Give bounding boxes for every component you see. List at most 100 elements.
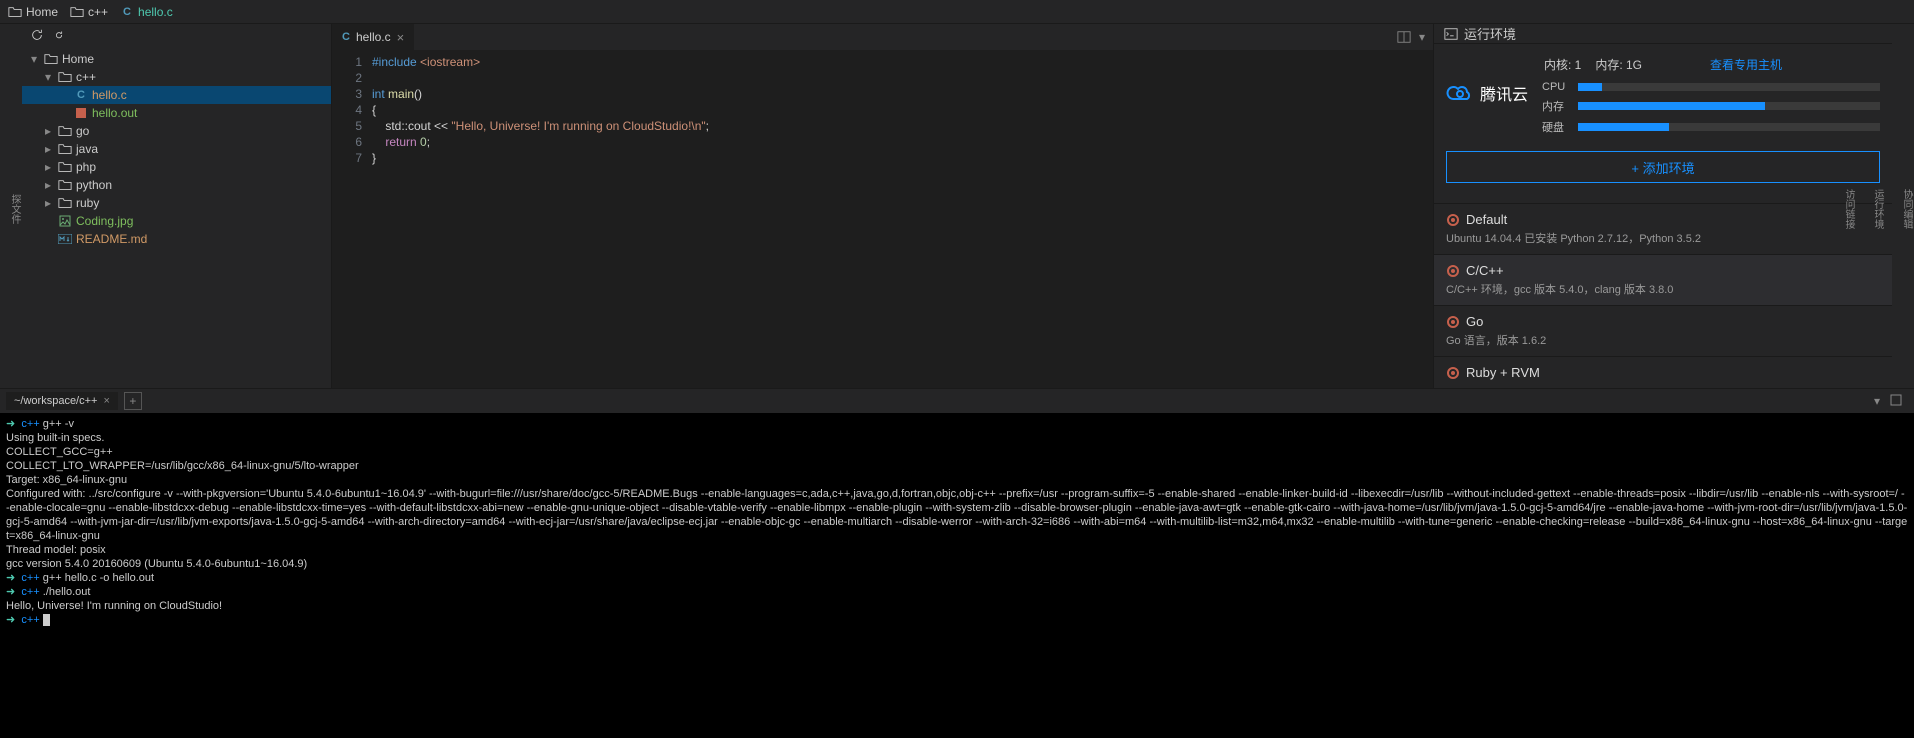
binary-file-icon [74,107,88,119]
env-name: C/C++ [1466,263,1504,278]
tree-label: Home [62,52,94,66]
folder-icon [58,124,72,138]
tree-label: hello.out [92,106,137,120]
editor-tab-bar: C hello.c × ▾ [332,24,1433,50]
env-desc: C/C++ 环境，gcc 版本 5.4.0，clang 版本 3.8.0 [1446,281,1880,297]
chevron-icon: ▸ [42,160,54,174]
folder-icon [70,5,84,19]
env-icon [1446,315,1460,329]
explorer-toolbar [22,24,331,46]
env-panel: 运行环境 内核: 1 内存: 1G 查看专用主机 腾讯云 CPU [1434,24,1892,388]
env-name: Default [1466,212,1507,227]
code-editor[interactable]: 1234567 #include <iostream> int main(){ … [332,50,1433,388]
folder-icon [58,160,72,174]
tree-label: java [76,142,98,156]
env-desc: Go 语言，版本 1.6.2 [1446,332,1880,348]
c-file-icon: C [120,5,134,19]
cloud-logo: 腾讯云 [1446,81,1528,105]
add-terminal-button[interactable]: + [124,392,142,410]
folder-icon [58,70,72,84]
split-icon[interactable] [1397,30,1411,44]
right-activity-bar: 协同编辑 运行环境 访问链接 [1892,24,1914,388]
tree-label: go [76,124,89,138]
close-icon[interactable]: × [103,395,109,407]
metric-cpu: CPU [1542,81,1880,93]
env-icon [1446,264,1460,278]
refresh-icon[interactable] [30,28,44,42]
terminal-tab-bar: ~/workspace/c++ × + ▾ [0,389,1914,413]
env-list: Default Ubuntu 14.04.4 已安装 Python 2.7.12，… [1434,203,1892,388]
tree-label: hello.c [92,88,127,102]
tree-item-python[interactable]: ▸ python [22,176,331,194]
view-host-link[interactable]: 查看专用主机 [1710,56,1782,73]
tree-label: python [76,178,112,192]
tree-label: Coding.jpg [76,214,133,228]
tree-item-hello-out[interactable]: hello.out [22,104,331,122]
env-item-ruby-rvm[interactable]: Ruby + RVM [1434,356,1892,388]
env-title: 运行环境 [1464,24,1516,43]
tree-root[interactable]: ▾ Home [22,50,331,68]
add-env-button[interactable]: + 添加环境 [1446,151,1880,183]
folder-icon [58,142,72,156]
chevron-icon: ▸ [42,196,54,210]
breadcrumb-label: Home [26,5,58,19]
breadcrumb-label: hello.c [138,5,173,19]
cloud-icon [1446,83,1474,103]
env-item-c-c-[interactable]: C/C++ C/C++ 环境，gcc 版本 5.4.0，clang 版本 3.8.… [1434,254,1892,305]
editor-tab-hello-c[interactable]: C hello.c × [332,24,415,50]
tab-label: hello.c [356,30,391,44]
chevron-icon: ▸ [42,178,54,192]
editor: C hello.c × ▾ 1234567 #include <iostream… [332,24,1434,388]
chevron-icon: ▾ [42,70,54,84]
cloud-name: 腾讯云 [1480,81,1528,105]
env-item-default[interactable]: Default Ubuntu 14.04.4 已安装 Python 2.7.12，… [1434,203,1892,254]
metric-disk: 硬盘 [1542,119,1880,135]
terminal-output[interactable]: ➜ c++ g++ -vUsing built-in specs.COLLECT… [0,413,1914,738]
env-header: 运行环境 [1434,24,1892,44]
tree-item-coding-jpg[interactable]: Coding.jpg [22,212,331,230]
maximize-icon[interactable] [1890,394,1902,408]
chevron-down-icon: ▾ [28,52,40,66]
env-icon [1446,213,1460,227]
tree-item-ruby[interactable]: ▸ ruby [22,194,331,212]
chevron-icon: ▸ [42,142,54,156]
metric-mem: 内存 [1542,98,1880,114]
env-mem: 内存: 1G [1595,56,1642,73]
collapse-icon[interactable] [52,28,66,42]
tree-item-hello-c[interactable]: Chello.c [22,86,331,104]
activity-bar: 探文件 工作文件 [0,24,22,388]
terminal-tab[interactable]: ~/workspace/c++ × [6,392,118,410]
collab-tab[interactable]: 协同编辑 [1899,189,1914,229]
breadcrumb-cpp[interactable]: c++ [70,5,108,19]
folder-icon [8,5,22,19]
env-cores: 内核: 1 [1544,56,1581,73]
links-tab[interactable]: 访问链接 [1841,189,1856,229]
tree-label: php [76,160,96,174]
folder-icon [44,52,58,66]
tree-item-java[interactable]: ▸ java [22,140,331,158]
close-icon[interactable]: × [397,30,405,45]
env-icon [1446,366,1460,380]
tree-item-c-[interactable]: ▾c++ [22,68,331,86]
breadcrumb-file[interactable]: C hello.c [120,5,173,19]
breadcrumb-home[interactable]: Home [8,5,58,19]
tree-label: README.md [76,232,147,246]
chevron-down-icon[interactable]: ▾ [1874,394,1880,408]
folder-icon [58,196,72,210]
tree-item-readme-md[interactable]: README.md [22,230,331,248]
tree-item-go[interactable]: ▸go [22,122,331,140]
breadcrumb-label: c++ [88,5,108,19]
tree-item-php[interactable]: ▸ php [22,158,331,176]
terminal-panel: ~/workspace/c++ × + ▾ ➜ c++ g++ -vUsing … [0,388,1914,738]
c-file-icon: C [74,89,88,101]
env-item-go[interactable]: Go Go 语言，版本 1.6.2 [1434,305,1892,356]
env-name: Go [1466,314,1483,329]
env-tab[interactable]: 运行环境 [1870,189,1885,229]
activity-explorer[interactable]: 探文件 [7,194,22,224]
file-explorer: ▾ Home ▾c++Chello.chello.out▸go▸java▸php… [22,24,332,388]
tab-label: ~/workspace/c++ [14,395,97,407]
env-desc: Ubuntu 14.04.4 已安装 Python 2.7.12，Python … [1446,230,1880,246]
tree-label: ruby [76,196,99,210]
code-content[interactable]: #include <iostream> int main(){ std::cou… [372,50,1433,388]
chevron-down-icon[interactable]: ▾ [1419,30,1425,44]
